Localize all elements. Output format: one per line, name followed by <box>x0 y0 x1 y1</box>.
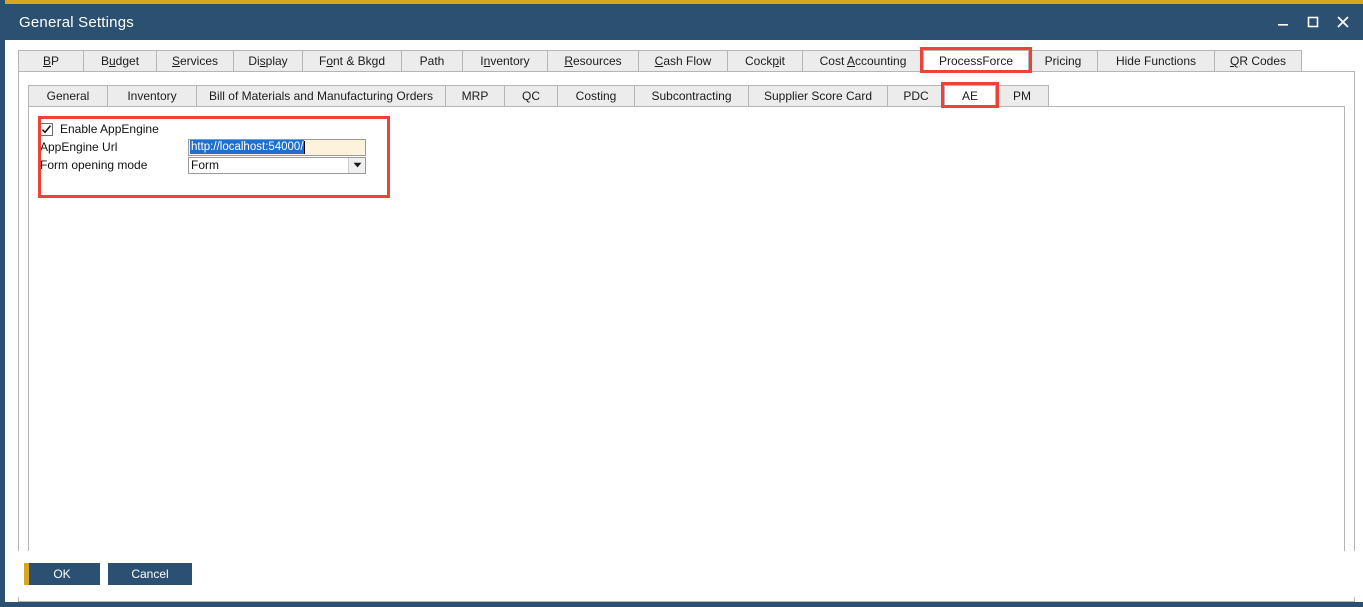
appengine-url-row: AppEngine Url http://localhost:54000/ <box>40 138 366 156</box>
settings-tab-cost-accounting[interactable]: Cost Accounting <box>802 50 924 71</box>
enable-appengine-row[interactable]: Enable AppEngine <box>40 120 159 138</box>
settings-tab-pricing[interactable]: Pricing <box>1028 50 1098 71</box>
settings-tab-bp[interactable]: BP <box>18 50 84 71</box>
tab-label: Supplier Score Card <box>764 89 872 103</box>
tab-label: Subcontracting <box>651 89 731 103</box>
settings-tab-display[interactable]: Display <box>233 50 303 71</box>
cancel-button[interactable]: Cancel <box>108 563 192 585</box>
window-accent-strip <box>5 0 1363 4</box>
tab-label: Pricing <box>1045 54 1082 68</box>
window-controls <box>1268 4 1363 40</box>
form-opening-mode-value: Form <box>191 158 219 172</box>
enable-appengine-label: Enable AppEngine <box>60 122 159 136</box>
tab-label: Cockpit <box>745 54 785 68</box>
processforce-tab-pdc[interactable]: PDC <box>887 85 945 106</box>
tab-label: Cash Flow <box>655 54 712 68</box>
tab-label: PM <box>1013 89 1031 103</box>
settings-tab-panel: General Inventory Bill of Materials and Ma… <box>18 71 1355 602</box>
appengine-url-label: AppEngine Url <box>40 140 188 154</box>
processforce-tab-ae[interactable]: AE <box>944 85 996 106</box>
text-caret <box>304 141 305 154</box>
processforce-tab-qc[interactable]: QC <box>504 85 558 106</box>
settings-tab-hide-functions[interactable]: Hide Functions <box>1097 50 1215 71</box>
settings-tab-path[interactable]: Path <box>401 50 463 71</box>
processforce-tab-bill-of-materials-and-manufacturing-orders[interactable]: Bill of Materials and Manufacturing Orde… <box>196 85 446 106</box>
tab-label: QR Codes <box>1230 54 1286 68</box>
tab-label: Path <box>420 54 445 68</box>
minimize-icon[interactable] <box>1268 4 1298 40</box>
close-icon[interactable] <box>1328 4 1358 40</box>
tab-label: AE <box>962 89 978 103</box>
processforce-tab-pm[interactable]: PM <box>995 85 1049 106</box>
chevron-down-icon[interactable] <box>348 158 365 173</box>
tab-label: Costing <box>576 89 617 103</box>
settings-tab-cash-flow[interactable]: Cash Flow <box>638 50 728 71</box>
tab-label: QC <box>522 89 540 103</box>
title-bar: General Settings <box>5 4 1363 40</box>
settings-tab-services[interactable]: Services <box>156 50 234 71</box>
form-opening-mode-row: Form opening mode Form <box>40 156 366 174</box>
processforce-tab-costing[interactable]: Costing <box>557 85 635 106</box>
general-settings-window: General Settings BP Budget Services Display… <box>0 0 1363 607</box>
tab-label: Resources <box>564 54 621 68</box>
processforce-tab-mrp[interactable]: MRP <box>445 85 505 106</box>
tab-label: Display <box>248 54 287 68</box>
maximize-icon[interactable] <box>1298 4 1328 40</box>
tab-label: MRP <box>462 89 489 103</box>
processforce-tab-supplier-score-card[interactable]: Supplier Score Card <box>748 85 888 106</box>
tab-label: BP <box>43 54 59 68</box>
settings-tab-inventory[interactable]: Inventory <box>462 50 548 71</box>
processforce-tab-general[interactable]: General <box>28 85 108 106</box>
appengine-url-value: http://localhost:54000/ <box>190 140 304 154</box>
tab-label: Inventory <box>127 89 176 103</box>
settings-tab-resources[interactable]: Resources <box>547 50 639 71</box>
client-area: BP Budget Services Display Font & Bkgd Path In… <box>10 40 1363 602</box>
tab-label: ProcessForce <box>939 54 1013 68</box>
tab-label: Bill of Materials and Manufacturing Orde… <box>209 89 433 103</box>
tab-label: Cost Accounting <box>820 54 907 68</box>
dialog-footer: OK Cancel <box>10 551 1363 597</box>
settings-tab-strip: BP Budget Services Display Font & Bkgd Path In… <box>18 47 1355 71</box>
form-opening-mode-label: Form opening mode <box>40 158 188 172</box>
processforce-tab-subcontracting[interactable]: Subcontracting <box>634 85 749 106</box>
appengine-url-input[interactable]: http://localhost:54000/ <box>188 139 366 156</box>
settings-tab-cockpit[interactable]: Cockpit <box>727 50 803 71</box>
settings-tab-processforce[interactable]: ProcessForce <box>923 50 1029 71</box>
tab-label: Hide Functions <box>1116 54 1196 68</box>
processforce-tab-inventory[interactable]: Inventory <box>107 85 197 106</box>
settings-tab-qr-codes[interactable]: QR Codes <box>1214 50 1302 71</box>
ae-tab-panel: Enable AppEngine AppEngine Url http://lo… <box>28 106 1345 591</box>
tab-label: PDC <box>903 89 928 103</box>
tab-label: General <box>47 89 90 103</box>
processforce-tab-strip: General Inventory Bill of Materials and Ma… <box>28 82 1345 106</box>
appengine-settings-group: Enable AppEngine AppEngine Url http://lo… <box>38 116 390 198</box>
tab-label: Budget <box>101 54 139 68</box>
window-title: General Settings <box>19 14 134 31</box>
form-opening-mode-select[interactable]: Form <box>188 157 366 174</box>
tab-label: Inventory <box>480 54 529 68</box>
ok-button[interactable]: OK <box>24 563 100 585</box>
settings-tab-font-bkgd[interactable]: Font & Bkgd <box>302 50 402 71</box>
settings-tab-budget[interactable]: Budget <box>83 50 157 71</box>
tab-label: Font & Bkgd <box>319 54 385 68</box>
tab-label: Services <box>172 54 218 68</box>
enable-appengine-checkbox[interactable] <box>40 123 53 136</box>
